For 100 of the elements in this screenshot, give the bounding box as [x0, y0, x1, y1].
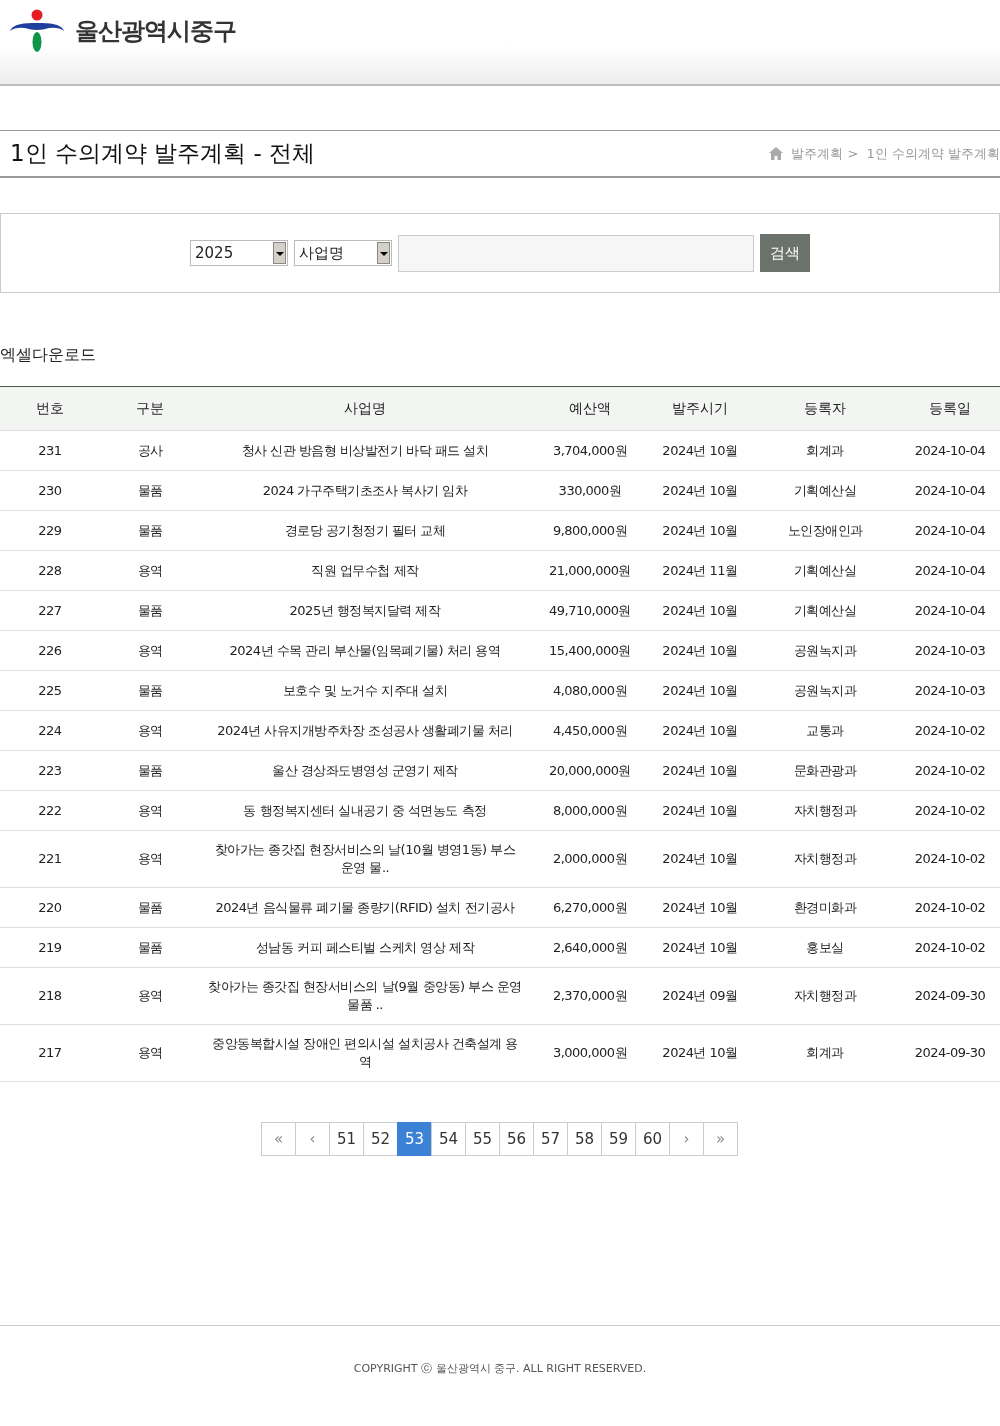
table-cell: 230 [0, 470, 100, 511]
table-cell: 49,710,000원 [530, 590, 650, 631]
table-cell: 기획예산실 [750, 470, 900, 511]
table-cell: 물품 [100, 590, 200, 631]
table-cell: 2024-10-04 [900, 550, 1000, 591]
table-cell: 자치행정과 [750, 830, 900, 888]
site-name[interactable]: 울산광역시중구 [75, 15, 236, 47]
page-button[interactable]: 56 [499, 1122, 534, 1156]
table-cell: 공원녹지과 [750, 670, 900, 711]
table-cell: 2024-10-03 [900, 630, 1000, 671]
table-cell: 2024-10-04 [900, 590, 1000, 631]
table-cell: 홍보실 [750, 927, 900, 968]
table-cell: 219 [0, 927, 100, 968]
table-cell: 2024-10-04 [900, 510, 1000, 551]
column-header: 사업명 [200, 386, 530, 431]
table-cell: 2024-10-04 [900, 470, 1000, 511]
table-cell: 226 [0, 630, 100, 671]
table-cell[interactable]: 동 행정복지센터 실내공기 중 석면농도 측정 [200, 790, 530, 831]
table-cell[interactable]: 찾아가는 종갓집 현장서비스의 날(10월 병영1동) 부스 운영 물.. [200, 830, 530, 888]
table-cell: 2024년 09월 [650, 967, 750, 1025]
field-select[interactable]: 사업명 [294, 240, 392, 266]
table-cell: 기획예산실 [750, 550, 900, 591]
column-header: 구분 [100, 386, 200, 431]
table-cell[interactable]: 성남동 커피 페스티벌 스케치 영상 제작 [200, 927, 530, 968]
page-button[interactable]: 55 [465, 1122, 500, 1156]
table-cell: 2,370,000원 [530, 967, 650, 1025]
table-cell: 4,450,000원 [530, 710, 650, 751]
page-button[interactable]: 51 [329, 1122, 364, 1156]
table-cell[interactable]: 2025년 행정복지달력 제작 [200, 590, 530, 631]
table-cell: 220 [0, 887, 100, 928]
table-cell[interactable]: 2024년 사유지개방주차장 조성공사 생활폐기물 처리 [200, 710, 530, 751]
table-cell: 2024년 10월 [650, 630, 750, 671]
page-button[interactable]: 52 [363, 1122, 398, 1156]
table-cell: 2024년 10월 [650, 590, 750, 631]
copyright-text: COPYRIGHT ⓒ 울산광역시 중구. ALL RIGHT RESERVED. [353, 1361, 647, 1376]
table-cell: 용역 [100, 967, 200, 1025]
table-cell: 물품 [100, 887, 200, 928]
table-cell[interactable]: 보호수 및 노거수 지주대 설치 [200, 670, 530, 711]
table-cell: 231 [0, 430, 100, 471]
table-cell[interactable]: 2024년 수목 관리 부산물(임목폐기물) 처리 용역 [200, 630, 530, 671]
table-cell: 222 [0, 790, 100, 831]
table-cell: 223 [0, 750, 100, 791]
table-cell: 물품 [100, 927, 200, 968]
table-cell: 2024년 10월 [650, 750, 750, 791]
table-cell: 회계과 [750, 1024, 900, 1082]
table-cell[interactable]: 청사 신관 방음형 비상발전기 바닥 패드 설치 [200, 430, 530, 471]
table-cell: 교통과 [750, 710, 900, 751]
table-cell: 용역 [100, 630, 200, 671]
table-cell: 2024-10-02 [900, 927, 1000, 968]
table-cell: 8,000,000원 [530, 790, 650, 831]
table-cell: 2024년 10월 [650, 710, 750, 751]
table-cell[interactable]: 경로당 공기청정기 필터 교체 [200, 510, 530, 551]
table-cell: 221 [0, 830, 100, 888]
page-button[interactable]: 57 [533, 1122, 568, 1156]
table-cell: 2024년 10월 [650, 830, 750, 888]
table-cell: 2024년 10월 [650, 670, 750, 711]
table-cell: 2,000,000원 [530, 830, 650, 888]
table-cell: 9,800,000원 [530, 510, 650, 551]
search-button[interactable]: 검색 [760, 234, 810, 272]
table-cell: 227 [0, 590, 100, 631]
table-cell: 2024년 10월 [650, 510, 750, 551]
table-cell[interactable]: 울산 경상좌도병영성 군영기 제작 [200, 750, 530, 791]
table-cell: 용역 [100, 1024, 200, 1082]
table-cell: 2024-09-30 [900, 967, 1000, 1025]
page-button[interactable]: 54 [431, 1122, 466, 1156]
page-button[interactable]: 60 [635, 1122, 670, 1156]
table-cell: 225 [0, 670, 100, 711]
table-cell: 기획예산실 [750, 590, 900, 631]
table-cell: 15,400,000원 [530, 630, 650, 671]
table-cell: 4,080,000원 [530, 670, 650, 711]
table-cell[interactable]: 2024년 음식물류 폐기물 종량기(RFID) 설치 전기공사 [200, 887, 530, 928]
column-header: 등록자 [750, 386, 900, 431]
excel-download-link[interactable]: 엑셀다운로드 [0, 345, 1000, 366]
table-cell: 224 [0, 710, 100, 751]
table-cell: 회계과 [750, 430, 900, 471]
table-cell: 물품 [100, 670, 200, 711]
table-cell: 물품 [100, 470, 200, 511]
table-cell[interactable]: 찾아가는 종갓집 현장서비스의 날(9월 중앙동) 부스 운영물품 .. [200, 967, 530, 1025]
table-cell: 229 [0, 510, 100, 551]
year-select[interactable]: 2025 [190, 240, 288, 266]
page-button[interactable]: 58 [567, 1122, 602, 1156]
table-cell: 물품 [100, 750, 200, 791]
table-cell: 6,270,000원 [530, 887, 650, 928]
column-header: 등록일 [900, 386, 1000, 431]
table-cell[interactable]: 중앙동복합시설 장애인 편의시설 설치공사 건축설계 용역 [200, 1024, 530, 1082]
table-cell: 217 [0, 1024, 100, 1082]
table-cell: 공원녹지과 [750, 630, 900, 671]
table-cell[interactable]: 직원 업무수첩 제작 [200, 550, 530, 591]
table-cell: 노인장애인과 [750, 510, 900, 551]
table-cell: 2024-10-02 [900, 710, 1000, 751]
table-cell: 2,640,000원 [530, 927, 650, 968]
column-header: 번호 [0, 386, 100, 431]
table-cell: 2024년 10월 [650, 887, 750, 928]
page-button[interactable]: 53 [397, 1122, 432, 1156]
table-cell: 2024년 10월 [650, 470, 750, 511]
page-button[interactable]: 59 [601, 1122, 636, 1156]
table-cell: 2024-10-02 [900, 887, 1000, 928]
table-cell[interactable]: 2024 가구주택기초조사 복사기 임차 [200, 470, 530, 511]
table-cell: 공사 [100, 430, 200, 471]
table-cell: 2024년 11월 [650, 550, 750, 591]
